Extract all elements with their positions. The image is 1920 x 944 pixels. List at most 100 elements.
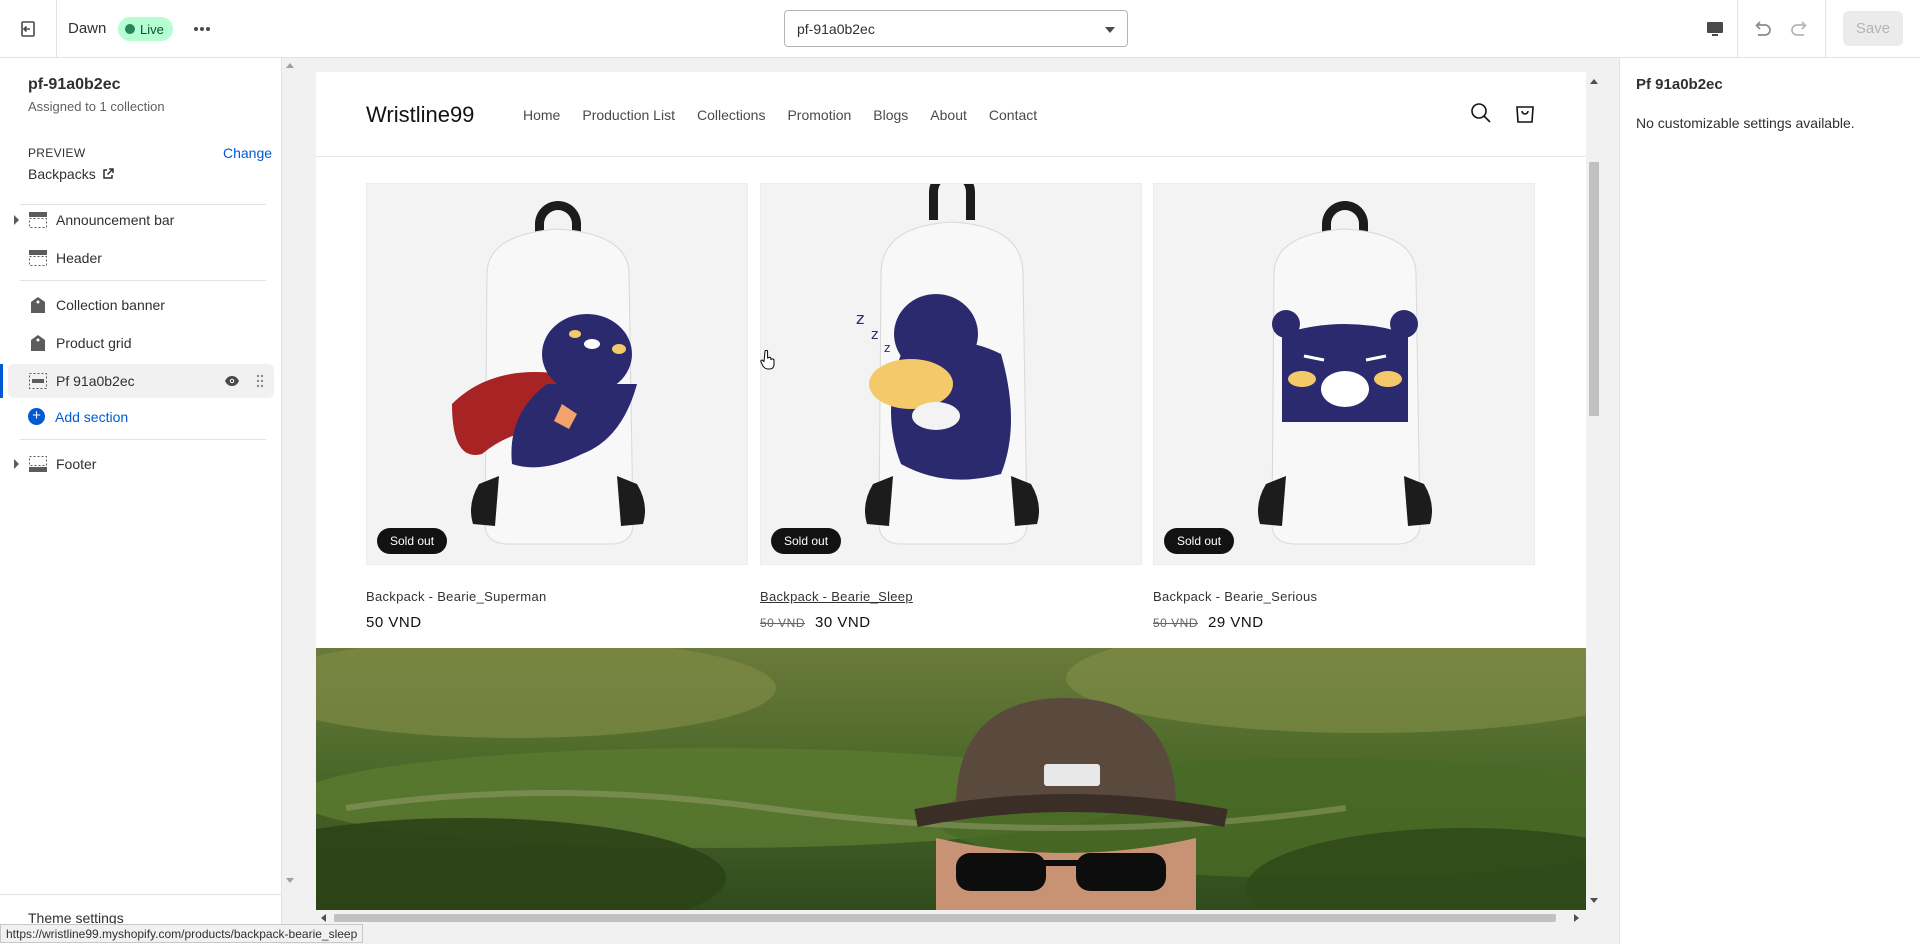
more-actions-button[interactable] <box>190 18 214 40</box>
redo-icon <box>1791 21 1807 36</box>
product-image[interactable]: z z z Sold out <box>760 183 1142 565</box>
scroll-right-icon[interactable] <box>1574 914 1580 922</box>
caret-right-icon[interactable] <box>14 459 19 469</box>
svg-text:z: z <box>856 309 864 328</box>
product-card[interactable]: Sold out Backpack - Bearie_Superman 50 V… <box>366 183 748 631</box>
product-title[interactable]: Backpack - Bearie_Superman <box>366 589 748 604</box>
save-button[interactable]: Save <box>1843 11 1903 46</box>
sidebar-scrollbar[interactable] <box>282 58 298 892</box>
template-select-value: pf-91a0b2ec <box>797 21 875 37</box>
theme-name: Dawn <box>68 20 107 37</box>
store-header: Wristline99 Home Production List Collect… <box>316 72 1586 157</box>
sold-out-badge: Sold out <box>377 528 448 554</box>
exit-icon <box>21 20 35 37</box>
page-subtitle: Assigned to 1 collection <box>28 99 165 114</box>
preview-scroll-thumb[interactable] <box>1589 162 1599 416</box>
footer-icon <box>29 456 47 472</box>
section-settings-panel: Pf 91a0b2ec No customizable settings ava… <box>1619 58 1920 944</box>
compare-price: 50 VND <box>760 616 806 630</box>
store-logo[interactable]: Wristline99 <box>366 102 474 128</box>
top-bar: Dawn Live pf-91a0b2ec Save <box>0 0 1920 58</box>
live-label: Live <box>140 21 164 37</box>
undo-button[interactable] <box>1748 16 1776 42</box>
preview-value: Backpacks <box>28 166 96 182</box>
product-title[interactable]: Backpack - Bearie_Serious <box>1153 589 1535 604</box>
section-label: Footer <box>56 456 97 472</box>
sections-sidebar: pf-91a0b2ec Assigned to 1 collection PRE… <box>0 58 282 944</box>
desktop-icon <box>1706 21 1723 36</box>
product-price: 50 VND <box>366 614 748 631</box>
scroll-down-icon[interactable] <box>1590 898 1598 904</box>
add-section-button[interactable]: + Add section <box>28 408 128 425</box>
external-link-icon <box>102 168 114 179</box>
drag-handle-icon[interactable] <box>256 374 264 388</box>
template-select[interactable]: pf-91a0b2ec <box>784 10 1128 47</box>
settings-empty-text: No customizable settings available. <box>1636 115 1855 131</box>
section-announcement-bar[interactable]: Announcement bar <box>0 203 274 237</box>
product-image[interactable]: Sold out <box>366 183 748 565</box>
nav-blogs[interactable]: Blogs <box>873 107 908 123</box>
nav-contact[interactable]: Contact <box>989 107 1037 123</box>
product-card[interactable]: Sold out Backpack - Bearie_Serious 50 VN… <box>1153 183 1535 631</box>
scroll-left-icon[interactable] <box>320 914 326 922</box>
banner-photo <box>316 648 1586 912</box>
section-footer[interactable]: Footer <box>0 447 274 481</box>
section-label: Product grid <box>56 335 132 351</box>
announcement-icon <box>29 212 47 228</box>
desktop-view-button[interactable] <box>1692 0 1738 57</box>
cart-icon[interactable] <box>1514 102 1536 124</box>
hand-cursor-icon <box>760 350 775 370</box>
preview-resource-link[interactable]: Backpacks <box>28 166 114 182</box>
page-title: pf-91a0b2ec <box>28 76 121 93</box>
divider <box>20 280 266 281</box>
backpack-superman-image <box>367 184 747 564</box>
divider <box>20 439 266 440</box>
nav-promotion[interactable]: Promotion <box>787 107 851 123</box>
product-image[interactable]: Sold out <box>1153 183 1535 565</box>
section-collection-banner[interactable]: Collection banner <box>0 288 274 322</box>
section-header[interactable]: Header <box>0 241 274 275</box>
sold-out-badge: Sold out <box>771 528 842 554</box>
nav-production-list[interactable]: Production List <box>582 107 675 123</box>
sale-price: 50 VND <box>366 614 422 631</box>
scroll-up-icon[interactable] <box>286 62 294 68</box>
live-dot-icon <box>125 24 135 34</box>
section-label: Announcement bar <box>56 212 175 228</box>
exit-button[interactable] <box>0 0 57 57</box>
sold-out-badge: Sold out <box>1164 528 1235 554</box>
storefront-preview: Wristline99 Home Production List Collect… <box>316 72 1586 912</box>
scroll-up-icon[interactable] <box>1590 78 1598 84</box>
eye-icon[interactable] <box>224 375 240 387</box>
backpack-sleep-image: z z z <box>761 184 1141 564</box>
nav-collections[interactable]: Collections <box>697 107 765 123</box>
preview-label: PREVIEW <box>28 146 86 160</box>
caret-right-icon[interactable] <box>14 215 19 225</box>
backpack-serious-image <box>1154 184 1534 564</box>
product-title[interactable]: Backpack - Bearie_Sleep <box>760 589 1142 604</box>
plus-circle-icon: + <box>28 408 45 425</box>
product-price: 50 VND 30 VND <box>760 614 1142 631</box>
redo-button[interactable] <box>1786 16 1814 42</box>
section-label: Header <box>56 250 102 266</box>
nav-home[interactable]: Home <box>523 107 560 123</box>
collection-icon <box>31 335 45 351</box>
settings-title: Pf 91a0b2ec <box>1636 76 1723 93</box>
section-product-grid[interactable]: Product grid <box>0 326 274 360</box>
section-label: Pf 91a0b2ec <box>56 373 135 389</box>
section-pf-91a0b2ec[interactable]: Pf 91a0b2ec <box>0 364 274 398</box>
change-preview-link[interactable]: Change <box>223 145 272 161</box>
preview-horizontal-scroll-thumb[interactable] <box>334 914 1556 922</box>
search-icon[interactable] <box>1470 102 1492 124</box>
image-banner <box>316 648 1586 912</box>
nav-about[interactable]: About <box>930 107 967 123</box>
chevron-down-icon <box>1105 27 1115 33</box>
store-nav: Home Production List Collections Promoti… <box>523 107 1037 123</box>
collection-icon <box>31 297 45 313</box>
sale-price: 30 VND <box>815 614 871 631</box>
compare-price: 50 VND <box>1153 616 1199 630</box>
divider <box>0 894 282 895</box>
product-card[interactable]: z z z Sold out Backpack - Bearie_Sleep 5… <box>760 183 1142 631</box>
undo-icon <box>1755 21 1771 36</box>
ellipsis-icon <box>194 27 210 31</box>
scroll-down-icon[interactable] <box>286 878 294 884</box>
